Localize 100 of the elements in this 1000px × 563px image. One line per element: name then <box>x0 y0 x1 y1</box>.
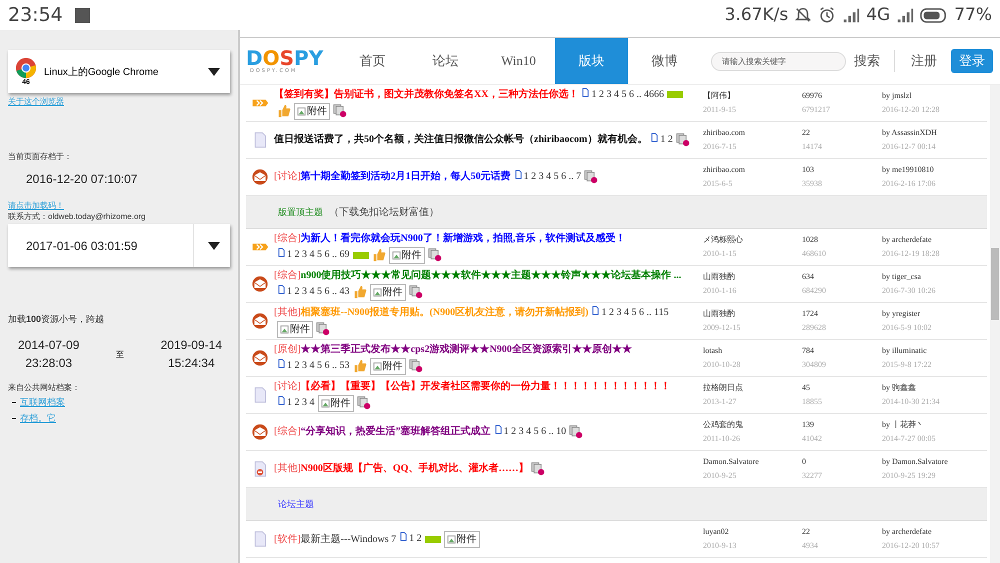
category-tag[interactable]: [讨论] <box>274 380 301 392</box>
view-count: 32277 <box>802 470 823 482</box>
thumbs-up-icon <box>352 285 366 299</box>
page-links[interactable]: 1 2 3 4 5 6 .. 10 <box>504 426 566 437</box>
scrollbar[interactable] <box>990 85 1000 563</box>
search-button[interactable]: 搜索 <box>854 52 880 70</box>
page-links[interactable]: 1 2 3 4 5 6 .. 7 <box>524 171 582 182</box>
category-tag[interactable]: [其他] <box>274 306 301 318</box>
category-tag[interactable]: [软件] <box>274 533 301 544</box>
thread-title-link[interactable]: N900区版规【广告、QQ、手机对比、灌水者……】 <box>300 463 528 474</box>
last-poster[interactable]: by yregister <box>882 307 987 321</box>
category-tag[interactable]: [原创] <box>274 344 301 354</box>
nav-tab[interactable]: 论坛 <box>409 38 482 84</box>
post-date: 2016-7-15 <box>703 141 738 153</box>
thread-title-link[interactable]: 第十期全勤签到活动2月1日开始，每人50元话费 <box>300 171 511 182</box>
view-count: 35938 <box>802 178 823 190</box>
nav-tab[interactable]: 首页 <box>336 38 409 84</box>
thread-title-link[interactable]: “分享知识，热爱生活”塞班解答组正式成立 <box>300 426 491 437</box>
nav-tab[interactable]: 版块 <box>555 38 628 84</box>
author-name[interactable]: メ鸿栎熙心 <box>703 233 798 247</box>
last-poster[interactable]: by me19910810 <box>882 163 987 177</box>
page-links[interactable]: 1 2 3 4 5 6 .. 69 <box>287 249 350 260</box>
author-name[interactable]: 【阿伟】 <box>703 89 798 103</box>
nav-tab[interactable]: 微博 <box>628 38 701 84</box>
last-poster[interactable]: by jmslzl <box>882 89 987 103</box>
multipage-icon <box>428 248 442 262</box>
last-post-time: 2016-5-9 10:02 <box>882 322 933 334</box>
last-post-time: 2016-12-20 10:57 <box>882 540 941 552</box>
author-name[interactable]: Damon.Salvatore <box>703 455 798 469</box>
last-poster[interactable]: by 驹鑫鑫 <box>882 381 987 395</box>
sources-label: 来自公共网站档案： <box>8 382 81 393</box>
author-name[interactable]: 山雨独酌 <box>703 270 798 284</box>
thread-title-link[interactable]: 【签到有奖】告别证书，图文并茂教你免签名XX，三种方法任你选！ <box>274 88 578 100</box>
thread-title-link[interactable]: 值日报送话费了，共50个名额，关注值日报微信公众帐号（zhiribaocom）就有机会。 <box>274 134 648 145</box>
author-name[interactable]: luyan02 <box>703 525 798 539</box>
network-type: 4G <box>866 5 890 25</box>
attachment-image[interactable]: 附件 <box>277 320 313 338</box>
last-post-time: 2010-9-25 19:29 <box>882 470 937 482</box>
nav-tab[interactable]: Win10 <box>482 38 555 84</box>
page-links[interactable]: 1 2 3 4 5 6 .. 4666 <box>591 88 664 100</box>
attachment-image[interactable]: 附件 <box>370 284 406 300</box>
post-date: 2015-6-5 <box>703 178 734 190</box>
post-date: 2013-1-27 <box>703 396 738 408</box>
multipage-icon <box>584 170 598 184</box>
page-icon <box>278 359 285 368</box>
page-links[interactable]: 1 2 <box>660 134 673 145</box>
attachment-image[interactable]: 附件 <box>444 530 480 548</box>
author-name[interactable]: 公鸡套的鬼 <box>703 418 798 432</box>
view-count: 684290 <box>802 285 827 297</box>
post-date: 2010-9-13 <box>703 540 738 552</box>
category-tag[interactable]: [综合] <box>274 232 301 244</box>
bullet-dash-icon <box>12 418 16 419</box>
author-name[interactable]: 山雨独酌 <box>703 307 798 321</box>
thumbs-up-icon <box>277 104 291 118</box>
date-select[interactable]: 2017-01-06 03:01:59 <box>8 224 230 267</box>
page-links[interactable]: 1 2 3 4 5 6 .. 53 <box>287 360 350 372</box>
network-speed: 3.67K/s <box>724 5 788 25</box>
page-links[interactable]: 1 2 <box>409 533 422 544</box>
author-name[interactable]: zhiribao.com <box>703 163 798 177</box>
author-name[interactable]: 拉格朗日点 <box>703 381 798 395</box>
multipage-icon <box>408 359 422 373</box>
reply-count: 45 <box>802 382 811 394</box>
thread-title-link[interactable]: 最新主题---Windows 7 <box>300 533 396 544</box>
last-poster[interactable]: by illuminatic <box>882 344 987 358</box>
attachment-image[interactable]: 附件 <box>388 246 424 264</box>
last-poster[interactable]: by archerdefate <box>882 525 987 539</box>
multipage-icon <box>408 285 422 299</box>
search-field[interactable]: 请输入搜索关键字 <box>711 52 846 70</box>
last-poster[interactable]: by 丨花莽丶 <box>882 418 987 432</box>
category-tag[interactable]: [综合] <box>274 426 301 437</box>
range-text: 加载100资源小号，跨越 <box>8 313 106 326</box>
battery-level: 77% <box>954 5 992 25</box>
thread-title-link[interactable]: 【必看】【重要】【公告】开发者社区需要你的一份力量！！！！！！！！！！！！ <box>300 380 671 392</box>
post-date: 2011-9-15 <box>703 104 738 116</box>
last-poster[interactable]: by AssassinXDH <box>882 126 987 140</box>
attachment-image[interactable]: 附件 <box>294 102 330 120</box>
last-post-time: 2015-9-8 17:22 <box>882 359 933 371</box>
last-poster[interactable]: by tiger_csa <box>882 270 987 284</box>
attachment-image[interactable]: 附件 <box>370 358 406 374</box>
reply-count: 103 <box>802 164 815 176</box>
page-icon <box>494 425 502 434</box>
last-poster[interactable]: by Damon.Salvatore <box>882 455 987 469</box>
category-tag[interactable]: [讨论] <box>274 171 301 182</box>
page-links[interactable]: 1 2 3 4 <box>287 397 314 408</box>
author-name[interactable]: zhiribao.com <box>703 126 798 140</box>
page-links[interactable]: 1 2 3 4 5 6 .. 43 <box>287 286 350 298</box>
last-poster[interactable]: by archerdefate <box>882 233 987 247</box>
attachment-image[interactable]: 附件 <box>318 394 354 412</box>
range-start-time: 23:28:03 <box>25 356 72 370</box>
author-name[interactable]: lotash <box>703 344 798 358</box>
thread-title-link[interactable]: ★★第三季正式发布★★cps2游戏测评★★N900全区资源索引★★原创★★ <box>300 344 632 354</box>
multipage-icon <box>676 132 690 147</box>
thread-title-link[interactable]: n900使用技巧★★★常见问题★★★软件★★★主题★★★铃声★★★论坛基本操作 ... <box>300 270 682 280</box>
thread-title-link[interactable]: 为新人！看完你就会玩N900了！新增游戏，拍照,音乐，软件测试及感受！ <box>300 232 626 244</box>
post-date: 2010-1-16 <box>703 285 738 297</box>
register-link[interactable]: 注册 <box>911 52 937 70</box>
category-tag[interactable]: [综合] <box>274 270 301 280</box>
login-button[interactable]: 登录 <box>951 49 993 73</box>
category-tag[interactable]: [其他] <box>274 463 301 474</box>
page-links[interactable]: 1 2 3 4 5 6 .. 115 <box>601 306 669 318</box>
